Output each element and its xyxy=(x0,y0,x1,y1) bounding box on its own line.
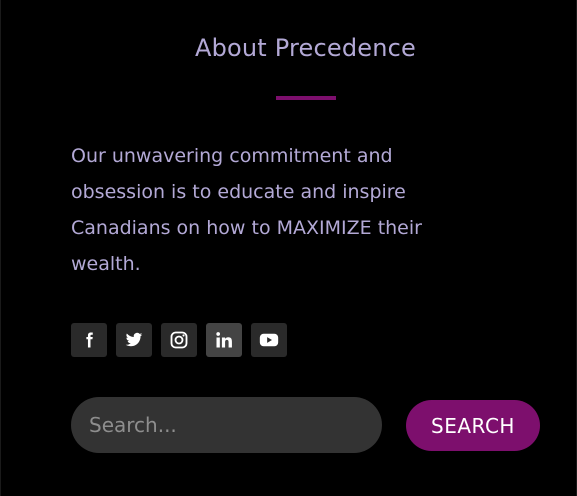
twitter-link[interactable] xyxy=(116,323,152,357)
youtube-link[interactable] xyxy=(251,323,287,357)
search-button[interactable]: SEARCH xyxy=(406,400,540,451)
instagram-icon xyxy=(169,330,189,350)
title-divider xyxy=(276,96,336,100)
facebook-link[interactable] xyxy=(71,323,107,357)
footer-panel: About Precedence Our unwavering commitme… xyxy=(0,0,577,496)
about-text: Our unwavering commitment and obsession … xyxy=(71,145,422,275)
instagram-link[interactable] xyxy=(161,323,197,357)
youtube-icon xyxy=(259,332,279,348)
linkedin-link[interactable] xyxy=(206,323,242,357)
section-title: About Precedence xyxy=(194,34,417,62)
search-input[interactable] xyxy=(71,397,382,453)
twitter-icon xyxy=(124,331,144,349)
facebook-icon xyxy=(80,331,98,349)
social-links xyxy=(71,323,287,357)
linkedin-icon xyxy=(214,330,234,350)
